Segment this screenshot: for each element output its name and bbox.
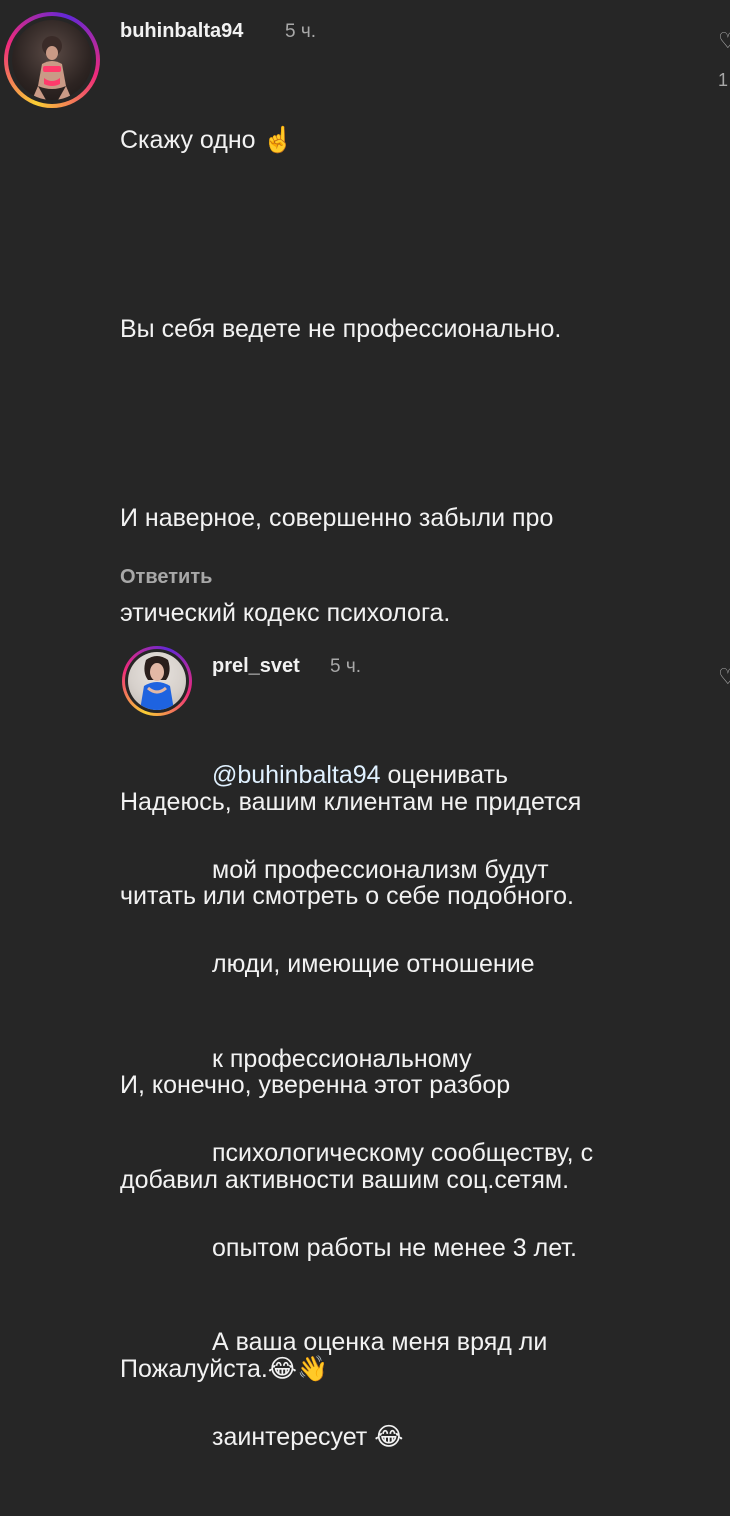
avatar[interactable] [122, 646, 192, 716]
like-heart-icon[interactable]: ♡ [718, 666, 730, 688]
avatar-photo [128, 652, 186, 710]
user-avatar-icon [140, 656, 174, 710]
reply-comment: prel_svet 5 ч. @buhinbalta94 оценивать м… [0, 0, 730, 1451]
mention-link[interactable]: @buhinbalta94 [212, 761, 381, 789]
comment-time: 5 ч. [330, 656, 362, 677]
comment-text: @buhinbalta94 оценивать мой профессионал… [212, 761, 594, 1451]
comment-username[interactable]: prel_svet [212, 655, 300, 678]
